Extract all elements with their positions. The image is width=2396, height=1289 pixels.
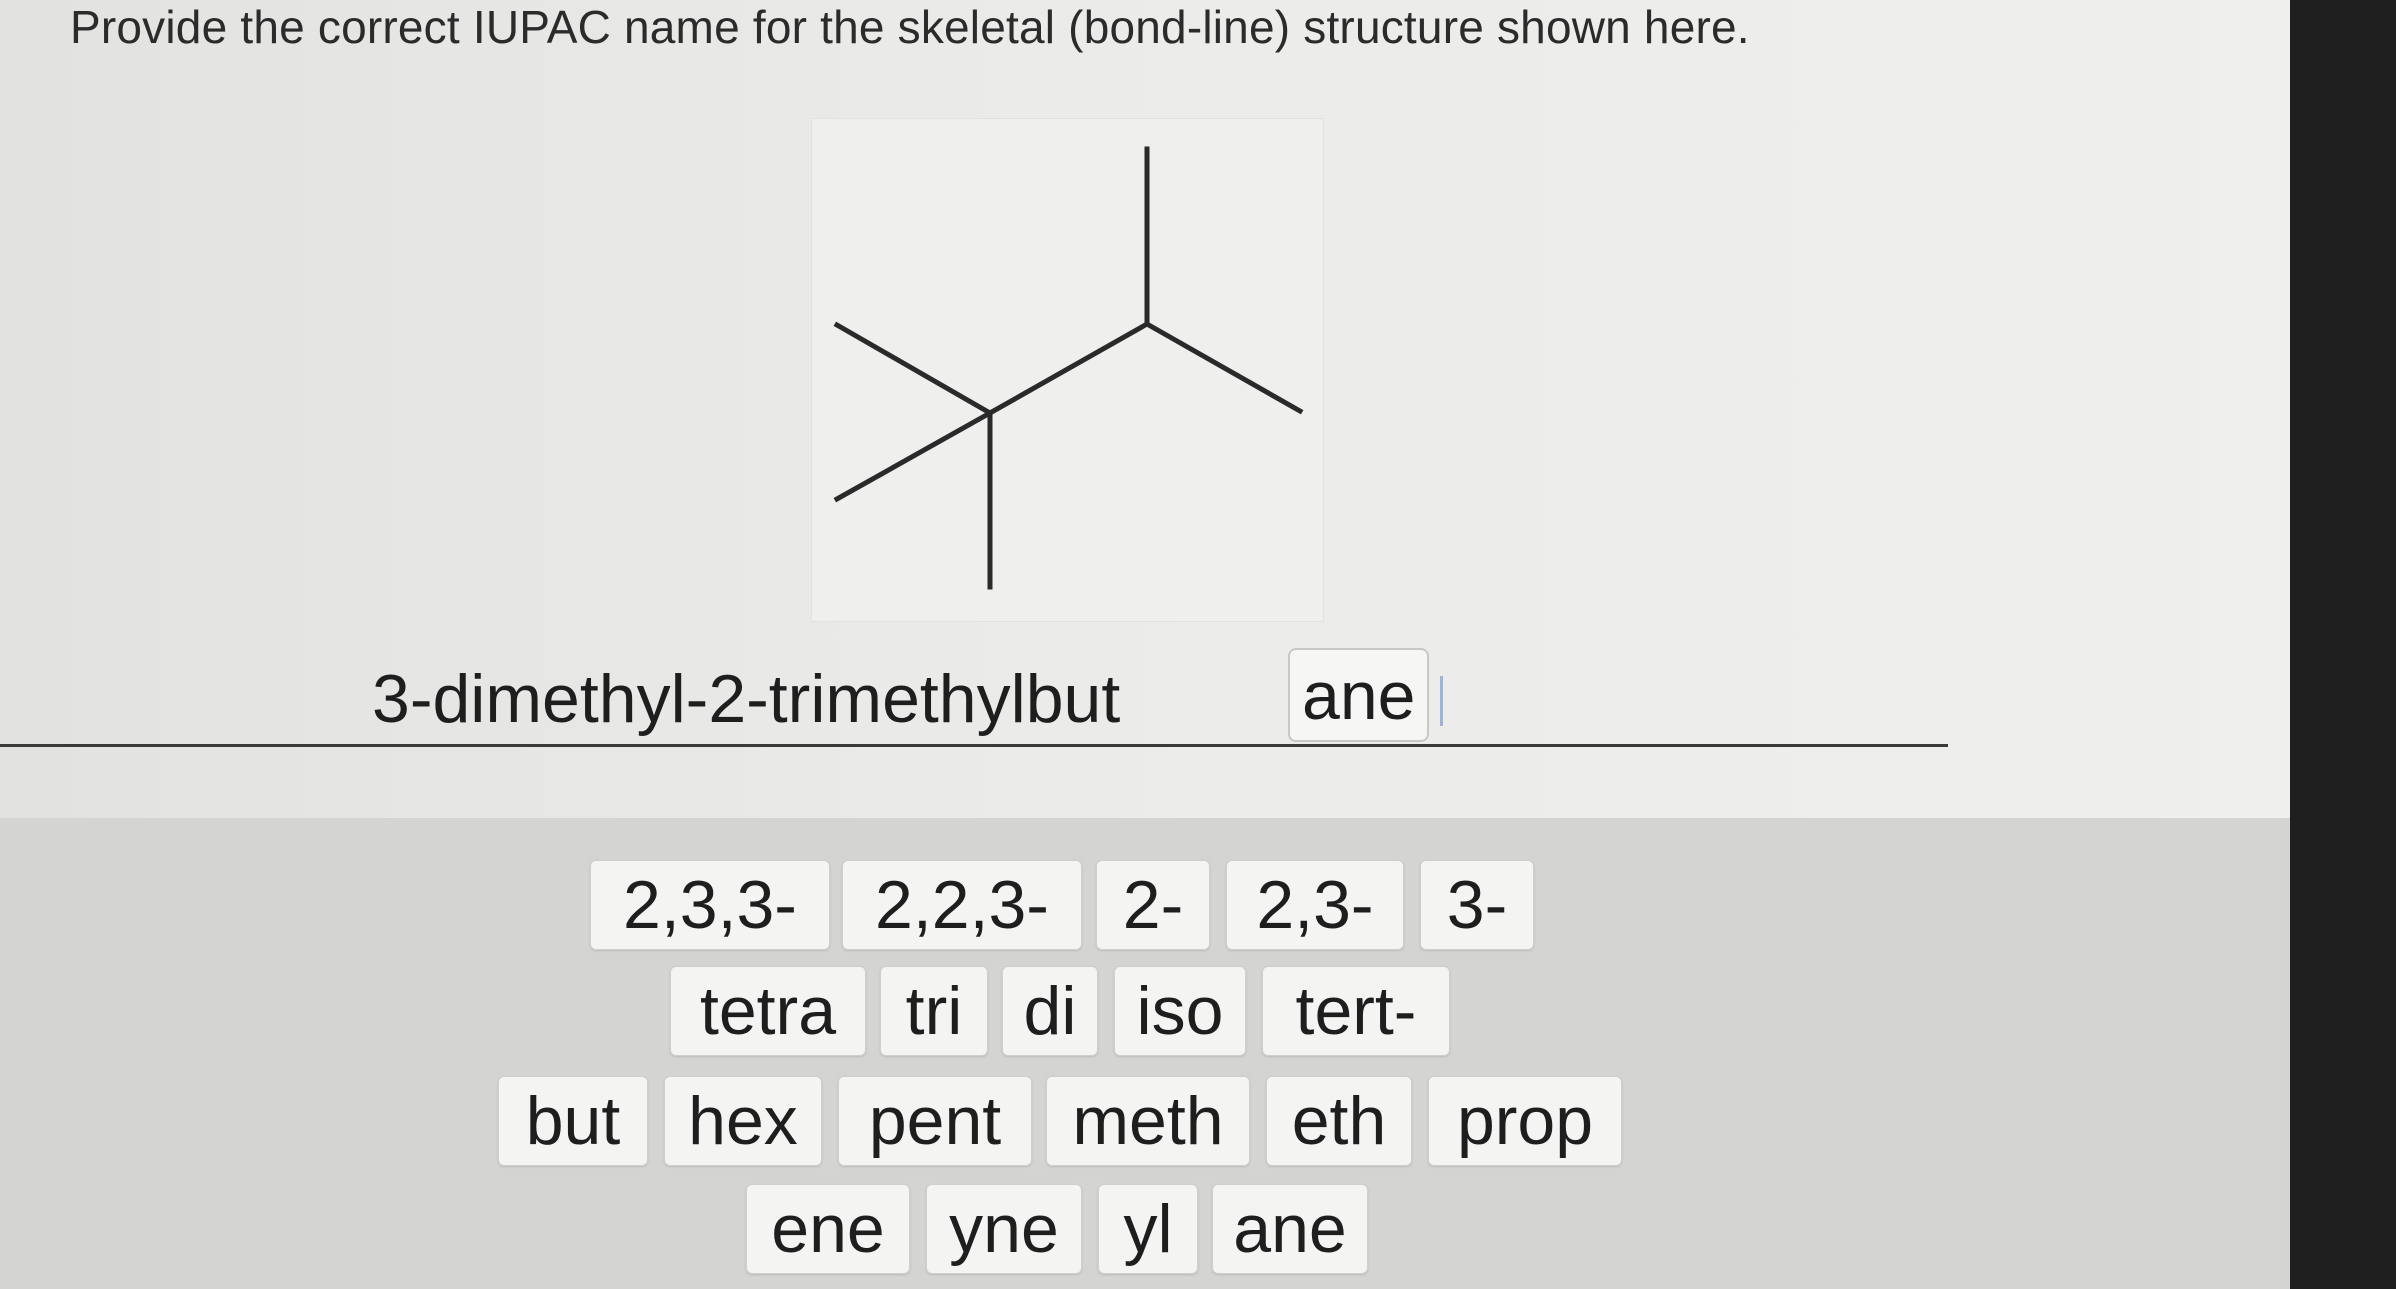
tile-multiplier[interactable]: di — [1002, 966, 1098, 1056]
bond-line — [833, 409, 994, 503]
word-bank-row-parents: but hex pent meth eth prop — [0, 1076, 2290, 1170]
tile-multiplier[interactable]: tetra — [670, 966, 866, 1056]
tile-locant[interactable]: 2- — [1096, 860, 1210, 950]
tile-parent[interactable]: pent — [838, 1076, 1032, 1166]
bond-line — [986, 320, 1151, 417]
text-caret — [1440, 676, 1443, 726]
tile-parent[interactable]: hex — [664, 1076, 822, 1166]
word-bank-row-suffixes: ene yne yl ane — [0, 1184, 2290, 1278]
tile-suffix[interactable]: ane — [1212, 1184, 1368, 1274]
tile-suffix[interactable]: ene — [746, 1184, 910, 1274]
screen: Provide the correct IUPAC name for the s… — [0, 0, 2290, 1289]
tile-parent[interactable]: meth — [1046, 1076, 1250, 1166]
tile-suffix[interactable]: yl — [1098, 1184, 1198, 1274]
bond-line — [833, 321, 994, 417]
tile-parent[interactable]: but — [498, 1076, 648, 1166]
tile-multiplier[interactable]: tri — [880, 966, 988, 1056]
tile-parent[interactable]: prop — [1428, 1076, 1622, 1166]
tile-locant[interactable]: 2,3- — [1226, 860, 1404, 950]
question-panel: Provide the correct IUPAC name for the s… — [0, 0, 2290, 818]
tile-locant[interactable]: 2,3,3- — [590, 860, 830, 950]
tile-locant[interactable]: 3- — [1420, 860, 1534, 950]
word-bank: 2,3,3- 2,2,3- 2- 2,3- 3- tetra tri di is… — [0, 818, 2290, 1289]
answer-field[interactable]: 3-dimethyl-2-trimethylbut ane — [0, 640, 2290, 760]
answer-chip-ane[interactable]: ane — [1288, 648, 1430, 742]
word-bank-row-multipliers: tetra tri di iso tert- — [0, 966, 2290, 1060]
word-bank-row-locants: 2,3,3- 2,2,3- 2- 2,3- 3- — [0, 860, 2290, 954]
tile-parent[interactable]: eth — [1266, 1076, 1412, 1166]
skeletal-structure-drawing — [833, 146, 1304, 590]
bond-line — [1143, 320, 1304, 415]
tile-suffix[interactable]: yne — [926, 1184, 1082, 1274]
answer-underline — [0, 744, 1948, 747]
tile-locant[interactable]: 2,2,3- — [842, 860, 1082, 950]
question-text: Provide the correct IUPAC name for the s… — [70, 1, 1750, 53]
tile-prefix[interactable]: tert- — [1262, 966, 1450, 1056]
answer-typed-text: 3-dimethyl-2-trimethylbut — [372, 661, 1121, 737]
tile-prefix[interactable]: iso — [1114, 966, 1246, 1056]
skeletal-structure — [811, 118, 1324, 622]
